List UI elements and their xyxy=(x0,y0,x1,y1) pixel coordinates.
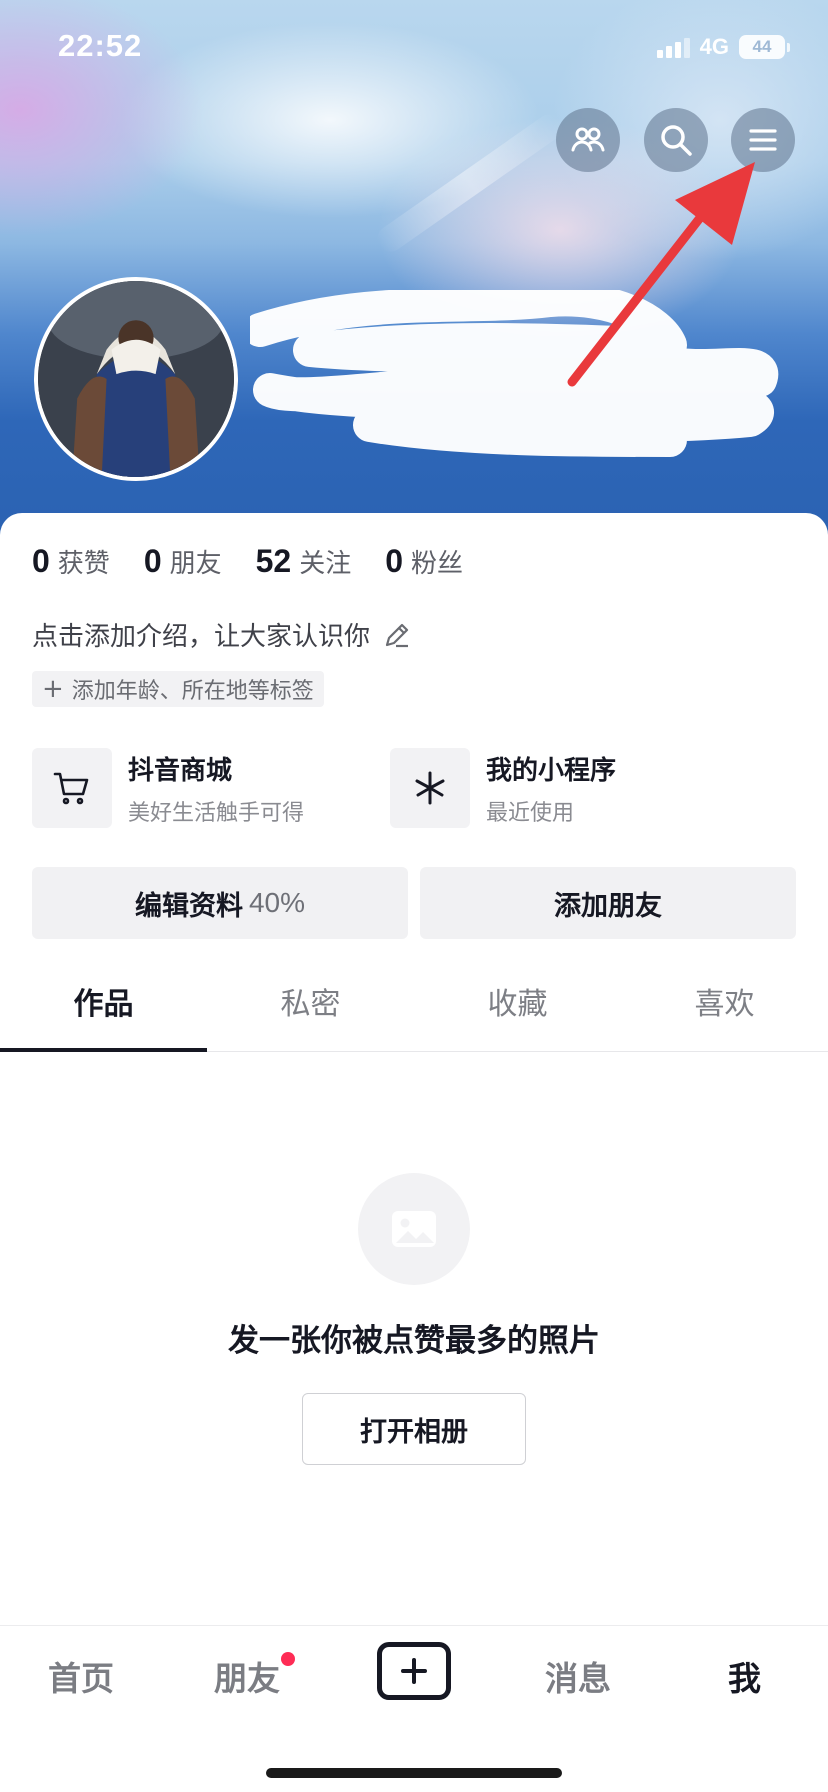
nav-me[interactable]: 我 xyxy=(728,1652,761,1700)
status-time: 22:52 xyxy=(58,28,143,63)
home-indicator xyxy=(266,1768,562,1778)
cart-icon xyxy=(53,772,89,805)
tab-likes[interactable]: 喜欢 xyxy=(621,950,828,1051)
add-friends-label: 添加朋友 xyxy=(554,890,662,922)
avatar[interactable] xyxy=(34,277,238,481)
empty-state-icon xyxy=(358,1173,470,1285)
stat-likes[interactable]: 0 获赞 xyxy=(32,543,110,580)
nav-messages[interactable]: 消息 xyxy=(545,1652,611,1700)
profile-stats: 0 获赞 0 朋友 52 关注 0 粉丝 xyxy=(32,543,497,580)
battery-tip xyxy=(787,42,790,52)
plus-icon xyxy=(401,1658,427,1684)
feature-subtitle: 美好生活触手可得 xyxy=(128,800,305,826)
stat-value: 0 xyxy=(385,543,404,579)
stat-value: 0 xyxy=(32,543,50,579)
stat-label: 获赞 xyxy=(57,549,110,579)
battery-icon: 44 xyxy=(739,35,785,59)
douyin-mall-entry[interactable]: 抖音商城 美好生活触手可得 xyxy=(32,748,304,828)
bottom-nav: 首页 朋友 消息 我 xyxy=(0,1625,828,1792)
stat-label: 朋友 xyxy=(169,549,222,579)
annotation-arrow xyxy=(567,162,755,387)
mini-program-icon-box xyxy=(390,748,470,828)
add-tags-chip[interactable]: + 添加年龄、所在地等标签 xyxy=(32,671,324,707)
feature-subtitle: 最近使用 xyxy=(486,800,575,826)
plus-icon: + xyxy=(42,674,64,704)
stat-value: 0 xyxy=(143,543,162,579)
bio-placeholder: 点击添加介绍，让大家认识你 xyxy=(32,622,371,652)
signal-icon xyxy=(656,36,690,58)
empty-state-title: 发一张你被点赞最多的照片 xyxy=(228,1323,600,1359)
stat-friends[interactable]: 0 朋友 xyxy=(144,543,222,580)
stat-following[interactable]: 52 关注 xyxy=(256,543,352,580)
feature-title: 我的小程序 xyxy=(486,755,617,786)
create-button[interactable] xyxy=(377,1642,451,1700)
profile-banner[interactable]: 22:52 4G 44 xyxy=(0,0,828,540)
feature-title: 抖音商城 xyxy=(128,755,233,786)
nav-home[interactable]: 首页 xyxy=(48,1652,114,1700)
tab-favorites[interactable]: 收藏 xyxy=(414,950,621,1051)
add-friends-button[interactable]: 添加朋友 xyxy=(420,867,796,939)
bio-edit[interactable]: 点击添加介绍，让大家认识你 xyxy=(32,616,412,653)
content-tabs: 作品 私密 收藏 喜欢 xyxy=(0,950,828,1052)
add-tags-label: 添加年龄、所在地等标签 xyxy=(71,679,314,704)
stat-label: 粉丝 xyxy=(411,549,464,579)
stat-label: 关注 xyxy=(299,549,352,579)
cart-icon-box xyxy=(32,748,112,828)
stat-followers[interactable]: 0 粉丝 xyxy=(385,543,463,580)
profile-completion: 40% xyxy=(248,887,306,918)
tab-works[interactable]: 作品 xyxy=(0,950,207,1052)
banner-light-streak xyxy=(372,109,568,257)
mini-program-icon xyxy=(415,771,445,805)
stat-value: 52 xyxy=(255,543,292,579)
tab-private[interactable]: 私密 xyxy=(207,950,414,1051)
edit-profile-label: 编辑资料 xyxy=(134,890,243,922)
nav-friends[interactable]: 朋友 xyxy=(214,1652,280,1700)
profile-card: 0 获赞 0 朋友 52 关注 0 粉丝 点击添加介绍，让大家认识你 + 添加年… xyxy=(0,513,828,1792)
mini-program-entry[interactable]: 我的小程序 最近使用 xyxy=(390,748,616,828)
network-type: 4G xyxy=(699,34,729,59)
avatar-image xyxy=(38,281,234,477)
friends-badge-dot xyxy=(281,1652,295,1666)
edit-profile-button[interactable]: 编辑资料 40% xyxy=(32,867,408,939)
status-indicators: 4G 44 xyxy=(656,34,790,60)
image-icon xyxy=(392,1211,436,1247)
pencil-icon xyxy=(385,623,409,647)
open-album-button[interactable]: 打开相册 xyxy=(302,1393,526,1465)
